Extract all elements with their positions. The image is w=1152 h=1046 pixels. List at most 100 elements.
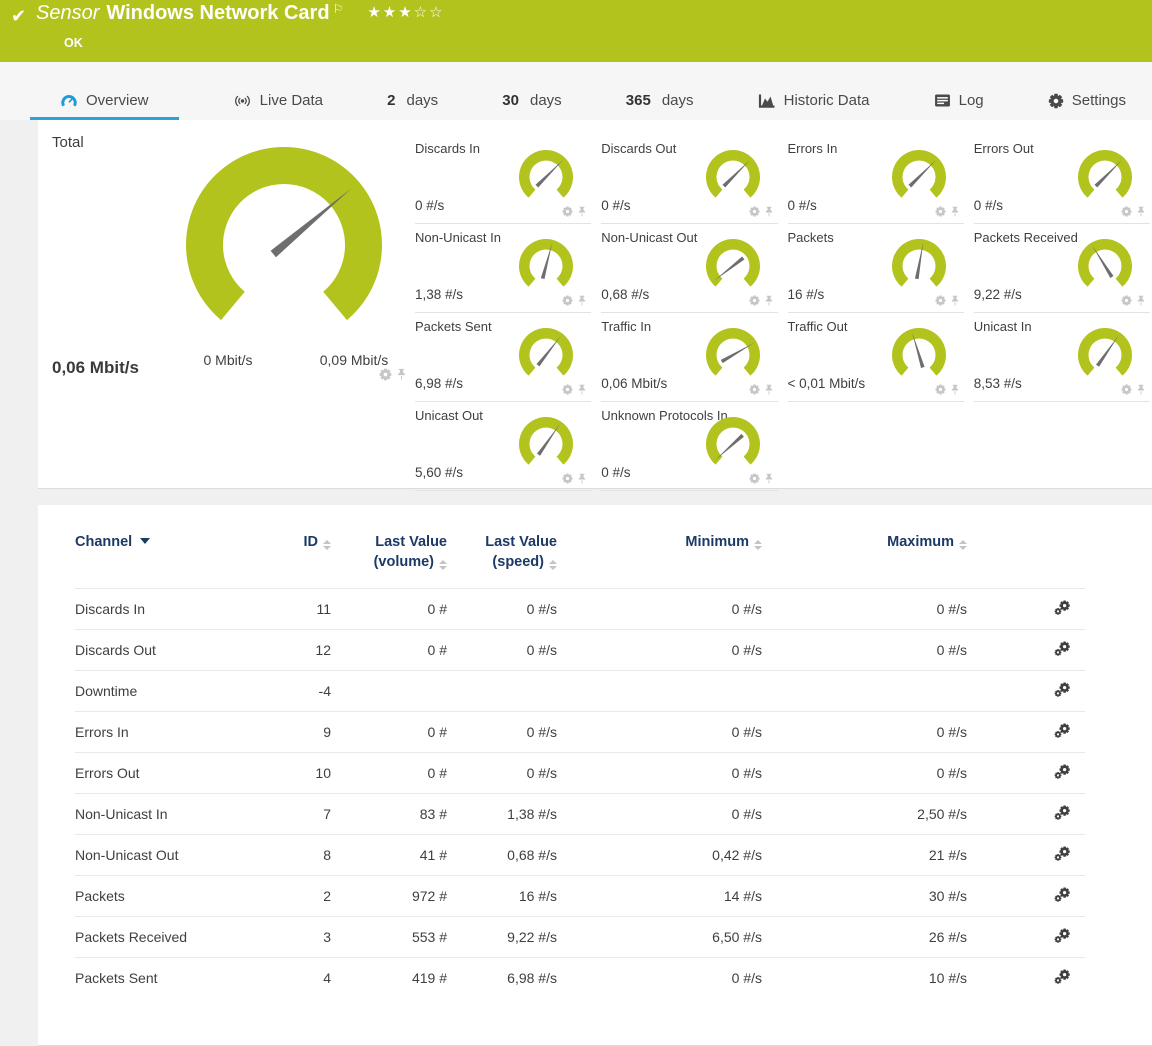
- gauge-dial: [888, 236, 950, 299]
- gear-icon[interactable]: [562, 206, 573, 217]
- pin-icon[interactable]: [764, 206, 774, 217]
- tab-30-days[interactable]: 30days: [492, 85, 571, 120]
- gear-icon[interactable]: [749, 295, 760, 306]
- gear-icon[interactable]: [379, 368, 392, 381]
- gauge-dial: [888, 325, 950, 388]
- pin-icon[interactable]: [950, 295, 960, 306]
- sort-toggle-icon[interactable]: [959, 540, 967, 550]
- gauge-label: Traffic Out: [788, 319, 848, 334]
- priority-flag-icon[interactable]: ⚐: [333, 2, 344, 16]
- pin-icon[interactable]: [577, 473, 587, 484]
- sort-toggle-icon[interactable]: [323, 540, 331, 550]
- cell-channel: Errors Out: [75, 753, 293, 794]
- double-gear-icon[interactable]: [1054, 723, 1071, 739]
- gear-icon[interactable]: [935, 295, 946, 306]
- column-header-maximum[interactable]: Maximum: [768, 533, 973, 589]
- tab-live-data[interactable]: Live Data: [223, 85, 333, 120]
- total-gauge-dial: [169, 133, 399, 338]
- gear-icon[interactable]: [1121, 295, 1132, 306]
- tab-settings[interactable]: Settings: [1038, 85, 1136, 120]
- double-gear-icon[interactable]: [1054, 600, 1071, 616]
- gauge-dial: [702, 236, 764, 299]
- table-row: Downtime-4: [75, 671, 1085, 712]
- sort-toggle-icon[interactable]: [439, 560, 447, 570]
- gear-icon[interactable]: [935, 384, 946, 395]
- gear-icon[interactable]: [562, 295, 573, 306]
- gauge-cell-packets[interactable]: Packets16 #/s: [788, 224, 964, 313]
- gauge-cell-unknown-protocols-in[interactable]: Unknown Protocols In0 #/s: [601, 402, 777, 491]
- pin-icon[interactable]: [950, 384, 960, 395]
- gauge-label: Discards In: [415, 141, 480, 156]
- sort-desc-icon[interactable]: [140, 538, 150, 544]
- pin-icon[interactable]: [577, 295, 587, 306]
- gauge-dial: [1074, 236, 1136, 299]
- pin-icon[interactable]: [764, 295, 774, 306]
- cell-max: 0 #/s: [768, 589, 973, 630]
- gear-icon[interactable]: [749, 206, 760, 217]
- pin-icon[interactable]: [1136, 384, 1146, 395]
- gear-icon[interactable]: [562, 473, 573, 484]
- column-header-channel[interactable]: Channel: [75, 533, 293, 589]
- sensor-title-line: SensorWindows Network Card⚐★★★☆☆: [36, 2, 445, 25]
- pin-icon[interactable]: [396, 368, 407, 380]
- gauge-cell-packets-received[interactable]: Packets Received9,22 #/s: [974, 224, 1150, 313]
- gauge-label: Traffic In: [601, 319, 651, 334]
- pin-icon[interactable]: [577, 206, 587, 217]
- cell-channel: Discards Out: [75, 630, 293, 671]
- tab-log[interactable]: Log: [924, 85, 994, 120]
- gauge-cell-unicast-out[interactable]: Unicast Out5,60 #/s: [415, 402, 591, 491]
- gauge-value: 6,98 #/s: [415, 376, 463, 391]
- gauge-cell-errors-out[interactable]: Errors Out0 #/s: [974, 135, 1150, 224]
- gauge-cell-packets-sent[interactable]: Packets Sent 6,98 #/s: [415, 313, 591, 402]
- gear-icon[interactable]: [749, 473, 760, 484]
- tab-2-days[interactable]: 2days: [377, 85, 448, 120]
- pin-icon[interactable]: [1136, 295, 1146, 306]
- tab-historic-data[interactable]: Historic Data: [748, 85, 880, 120]
- tab-label: days: [406, 92, 438, 109]
- table-row: Errors Out100 #0 #/s0 #/s0 #/s: [75, 753, 1085, 794]
- gauge-cell-errors-in[interactable]: Errors In0 #/s: [788, 135, 964, 224]
- pin-icon[interactable]: [1136, 206, 1146, 217]
- sort-toggle-icon[interactable]: [754, 540, 762, 550]
- gauge-cell-discards-in[interactable]: Discards In0 #/s: [415, 135, 591, 224]
- double-gear-icon[interactable]: [1054, 805, 1071, 821]
- pin-icon[interactable]: [764, 384, 774, 395]
- cell-min: 14 #/s: [563, 876, 768, 917]
- double-gear-icon[interactable]: [1054, 887, 1071, 903]
- cell-min: 6,50 #/s: [563, 917, 768, 958]
- gauge-value: 0 #/s: [601, 465, 630, 480]
- sort-toggle-icon[interactable]: [549, 560, 557, 570]
- pin-icon[interactable]: [950, 206, 960, 217]
- column-header-last-value[interactable]: Last Value(speed): [453, 533, 563, 589]
- column-header-id[interactable]: ID: [293, 533, 337, 589]
- double-gear-icon[interactable]: [1054, 928, 1071, 944]
- double-gear-icon[interactable]: [1054, 682, 1071, 698]
- pin-icon[interactable]: [577, 384, 587, 395]
- tab-strip: Overview Live Data 2days 30days 365days Histo…: [0, 62, 1152, 120]
- gauge-cell-traffic-in[interactable]: Traffic In0,06 Mbit/s: [601, 313, 777, 402]
- column-header-last-value[interactable]: Last Value(volume): [337, 533, 453, 589]
- double-gear-icon[interactable]: [1054, 969, 1071, 985]
- gauge-dial: [702, 147, 764, 210]
- gear-icon[interactable]: [1121, 384, 1132, 395]
- gauge-cell-discards-out[interactable]: Discards Out0 #/s: [601, 135, 777, 224]
- double-gear-icon[interactable]: [1054, 846, 1071, 862]
- gauge-cell-non-unicast-out[interactable]: Non-Unicast Out0,68 #/s: [601, 224, 777, 313]
- gauge-cell-unicast-in[interactable]: Unicast In8,53 #/s: [974, 313, 1150, 402]
- gear-icon[interactable]: [749, 384, 760, 395]
- column-header-minimum[interactable]: Minimum: [563, 533, 768, 589]
- cell-max: 0 #/s: [768, 712, 973, 753]
- gear-icon[interactable]: [562, 384, 573, 395]
- double-gear-icon[interactable]: [1054, 764, 1071, 780]
- gear-icon[interactable]: [935, 206, 946, 217]
- double-gear-icon[interactable]: [1054, 641, 1071, 657]
- pin-icon[interactable]: [764, 473, 774, 484]
- tab-365-days[interactable]: 365days: [616, 85, 704, 120]
- tab-overview[interactable]: Overview: [30, 85, 179, 120]
- gauge-label: Packets Sent: [415, 319, 492, 334]
- gauge-dial: [515, 414, 577, 477]
- gear-icon[interactable]: [1121, 206, 1132, 217]
- gauge-cell-traffic-out[interactable]: Traffic Out< 0,01 Mbit/s: [788, 313, 964, 402]
- gauge-cell-non-unicast-in[interactable]: Non-Unicast In1,38 #/s: [415, 224, 591, 313]
- priority-stars[interactable]: ★★★☆☆: [367, 4, 444, 21]
